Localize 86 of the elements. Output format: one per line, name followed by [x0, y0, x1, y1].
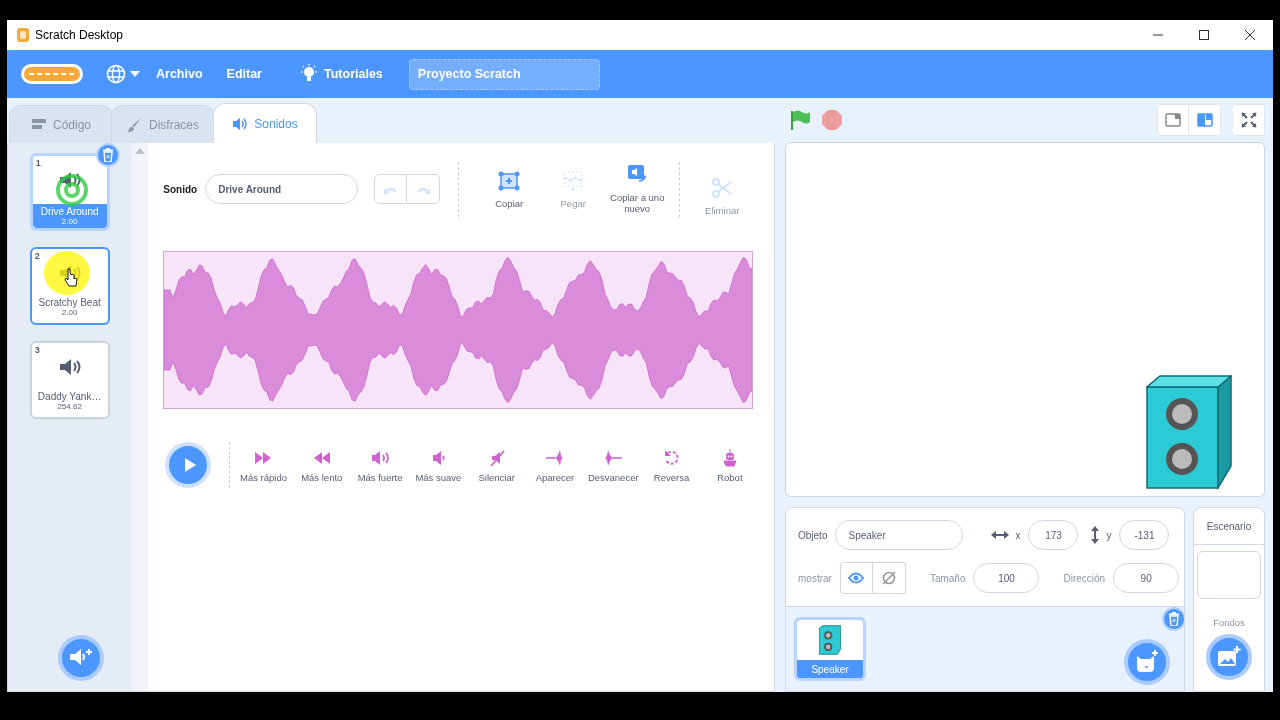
eye-icon	[848, 572, 865, 584]
hide-button[interactable]	[872, 562, 906, 594]
stage-layout-button[interactable]	[1189, 104, 1221, 137]
size-label: Tamaño	[929, 572, 966, 584]
pointer-icon	[63, 268, 78, 288]
sound-name-field[interactable]: Drive Around	[205, 174, 359, 204]
speaker-icon	[57, 170, 82, 190]
selection-icon	[497, 169, 522, 192]
add-backdrop-button[interactable]	[1206, 634, 1252, 680]
sprite-label: Objeto	[798, 529, 828, 541]
add-sound-button[interactable]	[58, 635, 104, 681]
sound-name: Daddy Yank…	[37, 391, 102, 402]
x-field[interactable]: 173	[1028, 520, 1079, 550]
sound-name: Drive Around	[32, 204, 107, 217]
show-label: mostrar	[798, 572, 832, 584]
vertical-arrows-icon	[1090, 526, 1101, 544]
show-button[interactable]	[839, 562, 873, 594]
window-title: Scratch Desktop	[35, 28, 124, 42]
x-label: x	[1015, 529, 1021, 541]
image-plus-icon	[1217, 646, 1241, 668]
fullscreen-button[interactable]	[1233, 104, 1265, 137]
sound-card[interactable]: 3 Daddy Yank… 254.62	[29, 341, 110, 419]
y-field[interactable]: -131	[1119, 520, 1170, 550]
globe-icon	[106, 64, 126, 84]
sound-card[interactable]: 1 Drive Around 2.00	[29, 153, 110, 231]
play-button[interactable]	[165, 442, 212, 488]
trash-icon	[1168, 612, 1180, 626]
click-ring-icon	[54, 173, 89, 207]
horizontal-arrows-icon	[991, 530, 1010, 540]
y-label: y	[1106, 529, 1112, 541]
effect-button[interactable]: Robot	[700, 447, 759, 483]
effect-button[interactable]: Reversa	[642, 447, 701, 483]
cat-plus-icon	[1135, 650, 1159, 674]
close-icon	[1244, 29, 1256, 41]
scratch-logo[interactable]	[20, 62, 84, 86]
delete-button[interactable]	[95, 143, 120, 167]
tool-button[interactable]: Copiar	[477, 169, 542, 209]
sound-name: Scratchy Beat	[38, 297, 101, 308]
sound-number: 2	[34, 251, 40, 261]
caret-icon	[130, 71, 140, 77]
maximize-icon	[1198, 29, 1210, 41]
speaker-thumbnail-icon	[819, 625, 841, 655]
direction-label: Dirección	[1063, 572, 1106, 584]
sound-card[interactable]: 2 Scratchy Beat 2.00	[29, 247, 110, 325]
lightbulb-icon	[300, 64, 318, 84]
sprite-name: Speaker	[811, 663, 849, 675]
small-stage-icon	[1165, 113, 1181, 128]
direction-field[interactable]: 90	[1113, 563, 1180, 593]
wave-paste-icon	[561, 169, 586, 192]
sprite-name-field[interactable]: Speaker	[835, 520, 964, 550]
effect-button[interactable]: Más fuerte	[350, 447, 410, 483]
tool-button[interactable]: Copiar a uno nuevo	[605, 164, 670, 214]
stage-layout-button[interactable]	[1157, 104, 1189, 137]
scrollbar[interactable]	[131, 143, 149, 691]
brush-icon	[127, 116, 143, 133]
flag-button[interactable]	[789, 109, 811, 132]
effect-button[interactable]: Más rápido	[234, 447, 293, 483]
effect-button[interactable]: Desvanecer	[584, 447, 643, 483]
stop-button[interactable]	[821, 109, 843, 132]
effect-button[interactable]: Más suave	[409, 447, 468, 483]
effect-button[interactable]: Silenciar	[467, 447, 526, 483]
scroll-up-icon	[134, 148, 145, 154]
sound-label: Sonido	[163, 183, 198, 195]
stage-title: Escenario	[1194, 508, 1264, 545]
speaker-icon	[57, 357, 82, 377]
sound-duration: 254.62	[57, 402, 82, 411]
large-stage-icon	[1196, 113, 1213, 128]
sound-number: 1	[35, 158, 41, 168]
trash-icon	[101, 148, 114, 162]
app-icon	[16, 27, 30, 43]
delete-button[interactable]	[1162, 607, 1184, 631]
backdrops-label: Fondos	[1213, 617, 1245, 628]
backdrop-thumbnail[interactable]	[1197, 551, 1261, 599]
hidden-eye-icon	[880, 570, 897, 586]
sound-duration: 2.00	[32, 217, 107, 228]
play-icon	[182, 457, 197, 473]
flag-icon	[789, 109, 811, 132]
stop-sign-icon	[821, 109, 843, 132]
size-field[interactable]: 100	[973, 563, 1040, 593]
effect-button[interactable]: Aparecer	[525, 447, 585, 483]
sound-duration: 2.00	[61, 308, 78, 317]
sound-number: 3	[34, 345, 40, 355]
fullscreen-icon	[1240, 112, 1257, 129]
add-sprite-button[interactable]	[1124, 639, 1170, 685]
effect-button[interactable]: Más lento	[292, 447, 351, 483]
speaker-icon	[232, 115, 249, 132]
